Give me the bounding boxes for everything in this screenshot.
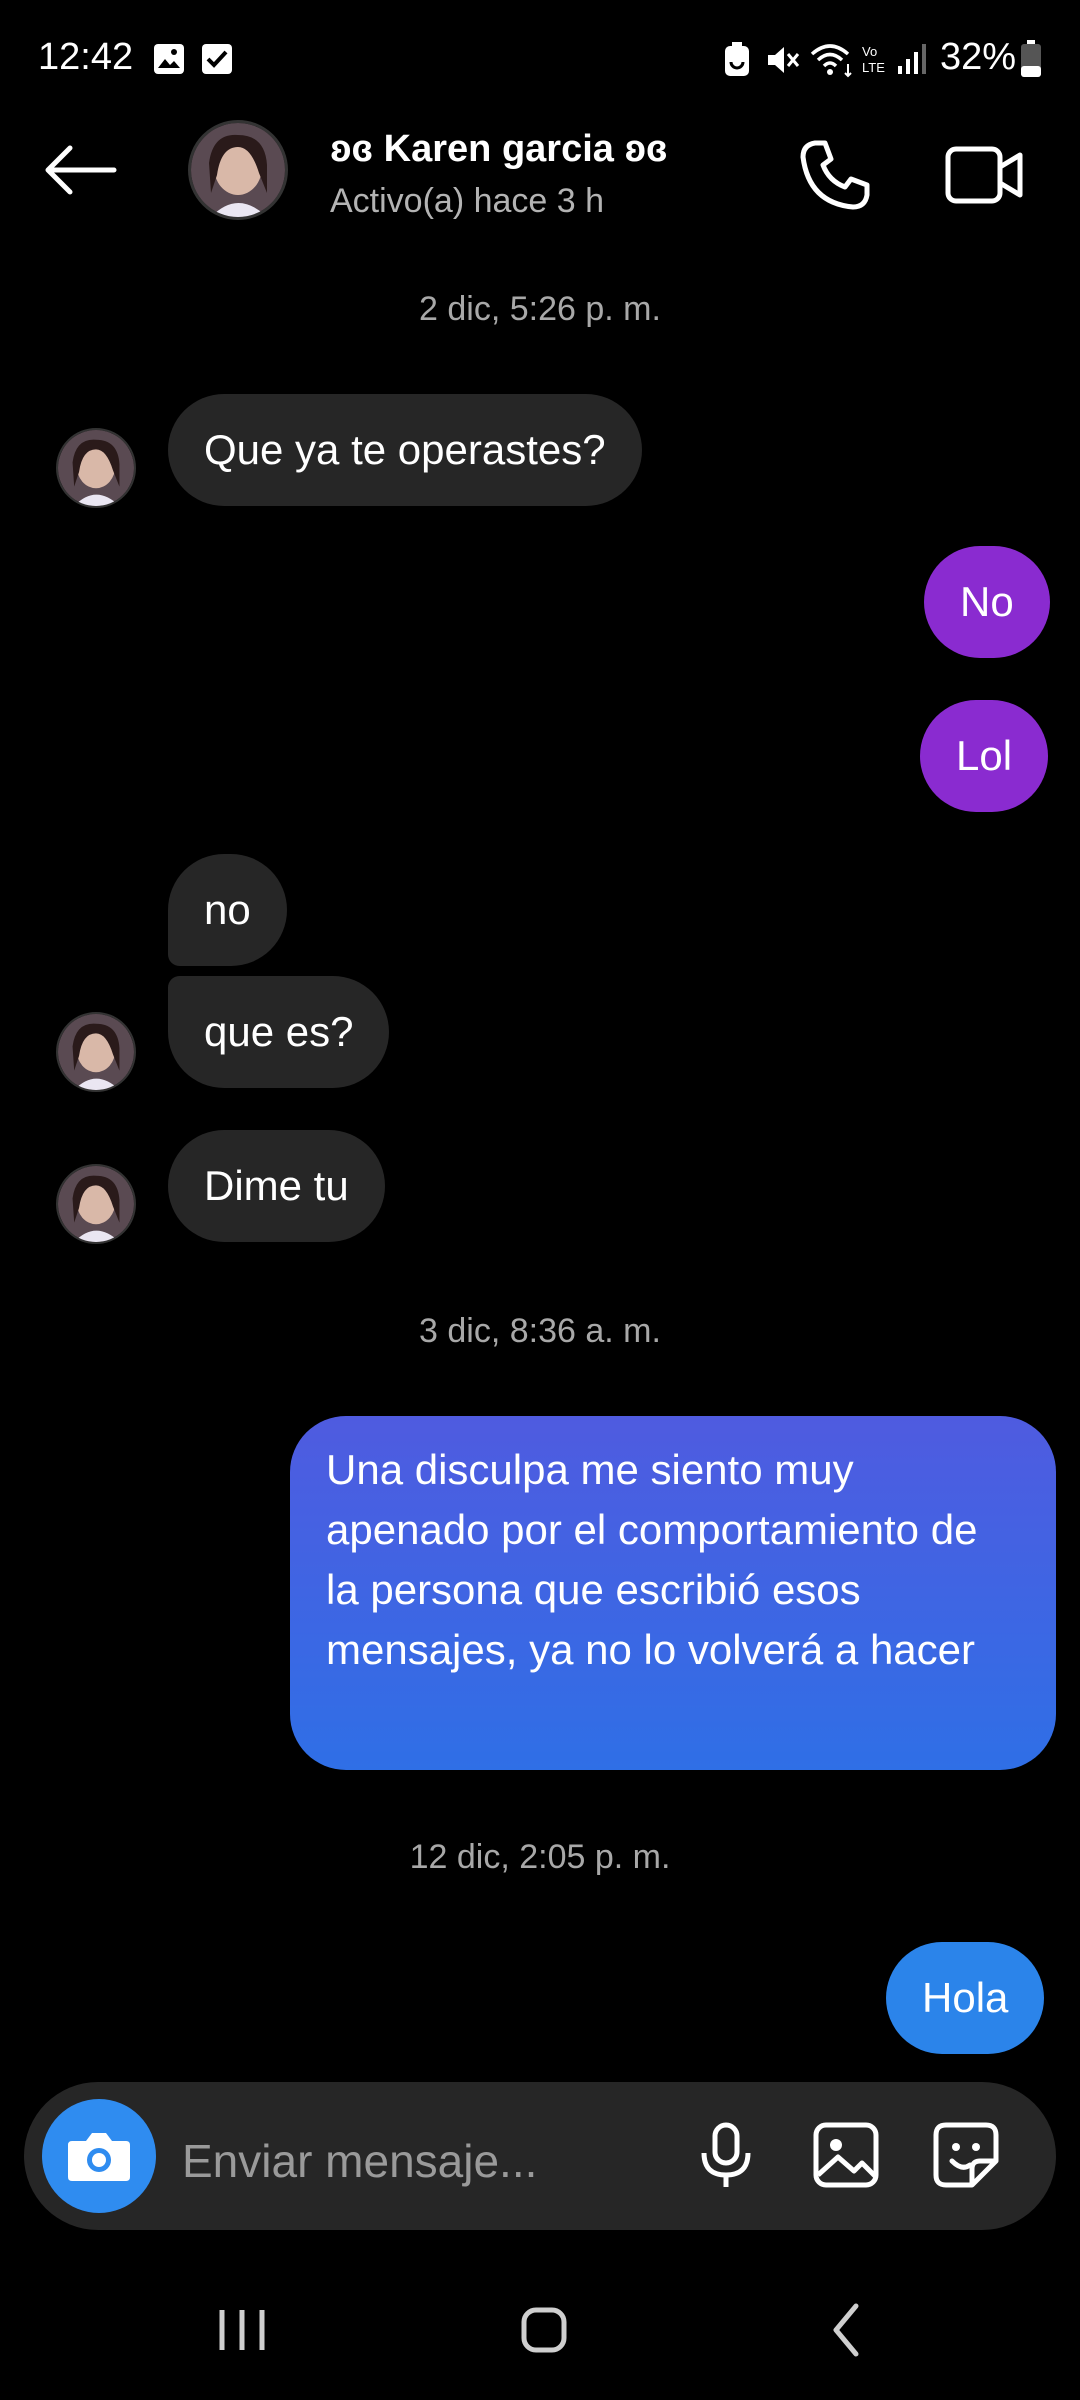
- status-time: 12:42: [38, 36, 134, 78]
- svg-text:Vo: Vo: [862, 44, 877, 59]
- outgoing-message-bubble[interactable]: Hola: [886, 1942, 1045, 2054]
- battery-percentage: 32%: [940, 36, 1017, 78]
- contact-avatar[interactable]: [188, 120, 288, 220]
- outgoing-message-bubble[interactable]: Una disculpa me siento muy apenado por e…: [290, 1416, 1056, 1770]
- video-camera-icon: [945, 146, 1023, 204]
- voice-call-button[interactable]: [795, 135, 875, 215]
- recent-apps-button[interactable]: [192, 2290, 292, 2370]
- avatar-image: [58, 1166, 134, 1242]
- outgoing-message-bubble[interactable]: Lol: [920, 700, 1049, 812]
- outgoing-message-bubble[interactable]: No: [924, 546, 1050, 658]
- message-timestamp: 12 dic, 2:05 p. m.: [409, 1838, 671, 1876]
- signal-icon: [898, 44, 926, 74]
- wifi-icon: [810, 44, 852, 78]
- message-input[interactable]: [180, 2120, 664, 2202]
- sticker-icon: [933, 2122, 999, 2188]
- microphone-icon: [701, 2122, 751, 2187]
- avatar-image: [191, 123, 285, 217]
- incoming-message-bubble[interactable]: Dime tu: [168, 1130, 385, 1242]
- back-button[interactable]: [40, 140, 130, 210]
- message-timestamp: 3 dic, 8:36 a. m.: [419, 1312, 661, 1350]
- checkbox-icon: [202, 44, 232, 74]
- incoming-message-bubble[interactable]: Que ya te operastes?: [168, 394, 642, 506]
- camera-icon: [68, 2133, 130, 2181]
- incoming-message-bubble[interactable]: que es?: [168, 976, 390, 1088]
- contact-active-status: Activo(a) hace 3 h: [330, 182, 605, 220]
- mute-icon: [768, 47, 800, 73]
- battery-saver-icon: [725, 42, 749, 76]
- recent-apps-icon: [219, 2310, 265, 2350]
- volte-icon: VoLTE: [862, 44, 885, 75]
- home-icon: [521, 2307, 567, 2353]
- camera-button[interactable]: [42, 2099, 156, 2213]
- gallery-button[interactable]: [806, 2115, 886, 2195]
- sender-avatar[interactable]: [56, 428, 136, 508]
- avatar-image: [58, 1014, 134, 1090]
- sender-avatar[interactable]: [56, 1164, 136, 1244]
- phone-icon: [800, 140, 870, 210]
- image-icon: [813, 2122, 879, 2188]
- system-back-button[interactable]: [796, 2290, 896, 2370]
- chevron-left-icon: [833, 2303, 859, 2357]
- avatar-image: [58, 430, 134, 506]
- gallery-icon: [154, 44, 184, 74]
- arrow-left-icon: [45, 145, 117, 195]
- home-button[interactable]: [494, 2290, 594, 2370]
- incoming-message-bubble[interactable]: no: [168, 854, 287, 966]
- sender-avatar[interactable]: [56, 1012, 136, 1092]
- video-call-button[interactable]: [940, 135, 1030, 215]
- battery-icon: [1021, 40, 1041, 77]
- microphone-button[interactable]: [686, 2115, 766, 2195]
- svg-text:LTE: LTE: [862, 60, 885, 75]
- contact-name[interactable]: ʚɞ Karen garcia ʚɞ: [330, 128, 668, 171]
- message-timestamp: 2 dic, 5:26 p. m.: [419, 290, 661, 328]
- sticker-button[interactable]: [926, 2115, 1006, 2195]
